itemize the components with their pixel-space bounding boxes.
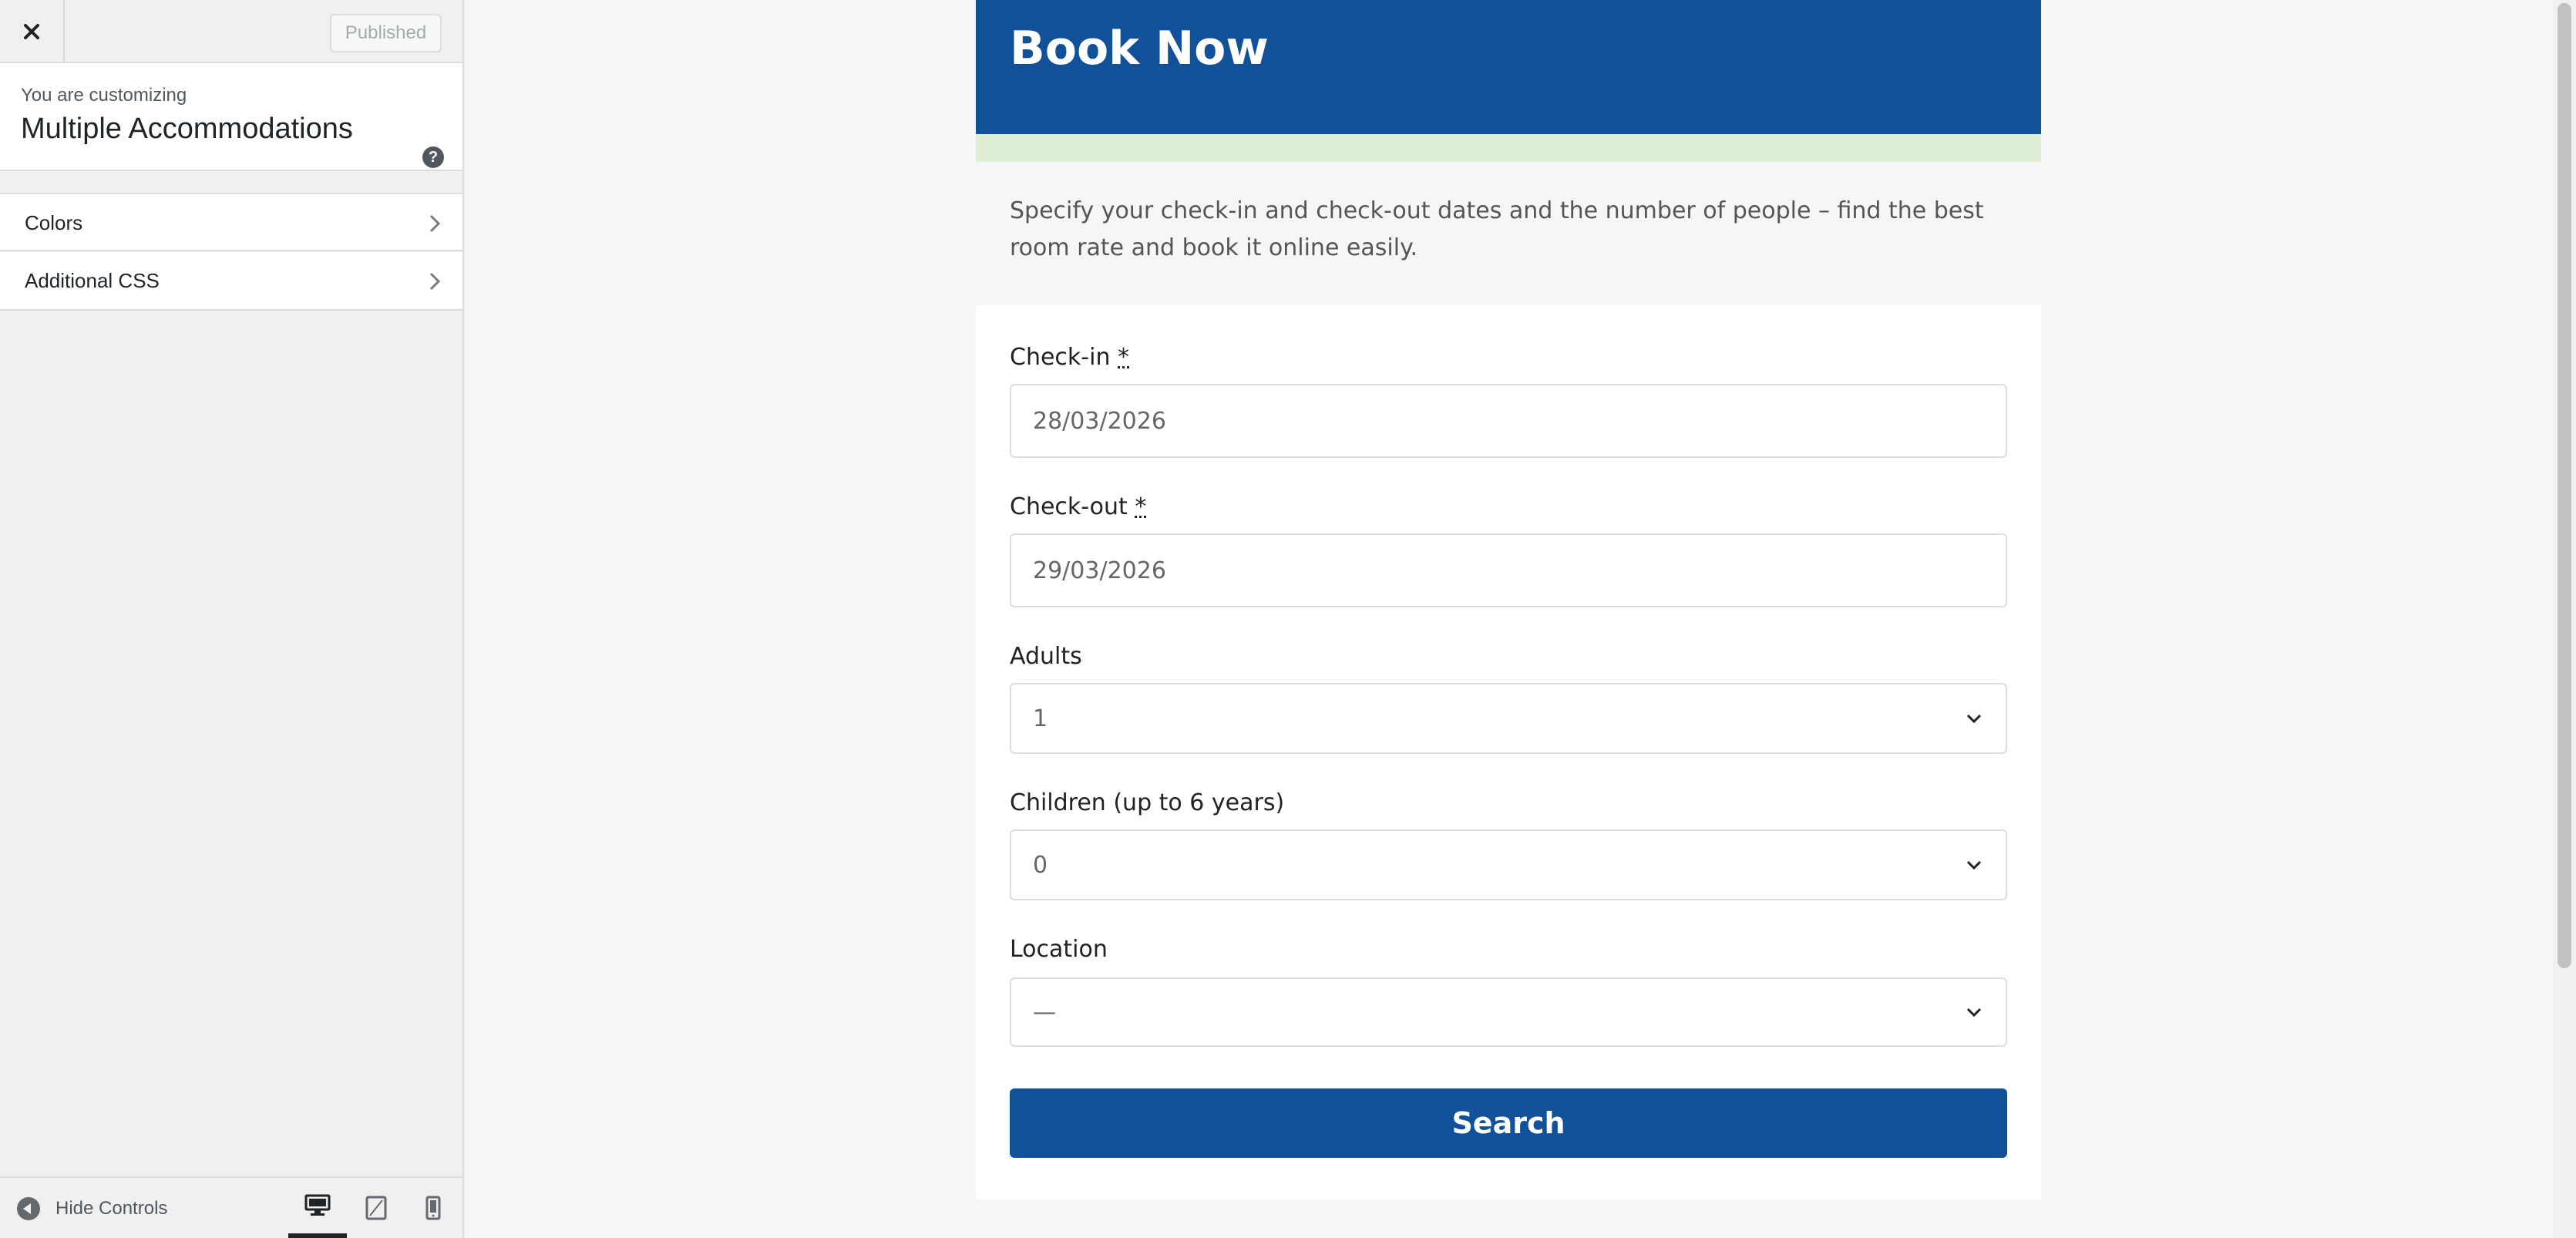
customizing-label: You are customizing	[21, 85, 187, 106]
location-label: Location	[1010, 936, 1108, 963]
chevron-down-icon	[1966, 1008, 1982, 1018]
panel-label: Colors	[25, 211, 83, 234]
customizer-footer: Hide Controls	[0, 1176, 462, 1238]
hide-controls-button[interactable]: Hide Controls	[17, 1193, 167, 1224]
checkout-value: 29/03/2026	[1033, 557, 1166, 584]
panel-label: Additional CSS	[25, 269, 160, 292]
search-form: Check-in * 28/03/2026 Check-out * 29/03/…	[976, 305, 2041, 1199]
search-button[interactable]: Search	[1010, 1088, 2007, 1158]
chevron-down-icon	[1966, 860, 1982, 870]
checkout-date-input[interactable]: 29/03/2026	[1010, 533, 2007, 607]
mobile-icon	[425, 1196, 441, 1220]
chevron-right-icon	[429, 214, 441, 233]
preview-mobile-button[interactable]	[404, 1178, 462, 1238]
required-mark: *	[1118, 344, 1130, 371]
close-customizer-button[interactable]	[0, 0, 65, 63]
checkin-label-text: Check-in	[1010, 344, 1111, 371]
checkin-label: Check-in *	[1010, 344, 1129, 371]
location-select[interactable]: —	[1010, 977, 2007, 1047]
header-accent-strip	[976, 134, 2041, 162]
hide-controls-label: Hide Controls	[55, 1198, 168, 1219]
desktop-icon	[304, 1194, 331, 1216]
location-value: —	[1033, 998, 1056, 1026]
customizer-header: Published	[0, 0, 462, 63]
chevron-right-icon	[429, 272, 441, 291]
panel-colors[interactable]: Colors	[0, 193, 462, 251]
children-label: Children (up to 6 years)	[1010, 789, 1285, 816]
checkout-label: Check-out *	[1010, 493, 1146, 520]
required-mark: *	[1135, 493, 1147, 520]
adults-select[interactable]: 1	[1010, 683, 2007, 754]
tablet-icon	[365, 1196, 387, 1220]
children-value: 0	[1033, 851, 1048, 879]
scrollbar-thumb[interactable]	[2558, 3, 2571, 968]
page-title-bar: Book Now	[976, 0, 2041, 134]
chevron-down-icon	[1966, 714, 1982, 724]
site-title: Multiple Accommodations	[21, 113, 353, 145]
panel-additional-css[interactable]: Additional CSS	[0, 252, 462, 311]
collapse-icon	[17, 1197, 40, 1220]
adults-value: 1	[1033, 705, 1048, 732]
intro-text: Specify your check-in and check-out date…	[1010, 197, 1984, 261]
preview-desktop-button[interactable]	[288, 1178, 347, 1238]
checkout-label-text: Check-out	[1010, 493, 1128, 520]
checkin-value: 28/03/2026	[1033, 407, 1166, 435]
customizer-info: You are customizing Multiple Accommodati…	[0, 63, 462, 171]
children-select[interactable]: 0	[1010, 829, 2007, 900]
page-title: Book Now	[1010, 22, 1269, 76]
checkin-date-input[interactable]: 28/03/2026	[1010, 384, 2007, 458]
help-icon[interactable]: ?	[422, 146, 444, 168]
customizer-sidebar: Published You are customizing Multiple A…	[0, 0, 464, 1238]
published-button[interactable]: Published	[330, 14, 442, 52]
preview-tablet-button[interactable]	[347, 1178, 405, 1238]
close-icon	[24, 24, 39, 39]
adults-label: Adults	[1010, 643, 1082, 670]
